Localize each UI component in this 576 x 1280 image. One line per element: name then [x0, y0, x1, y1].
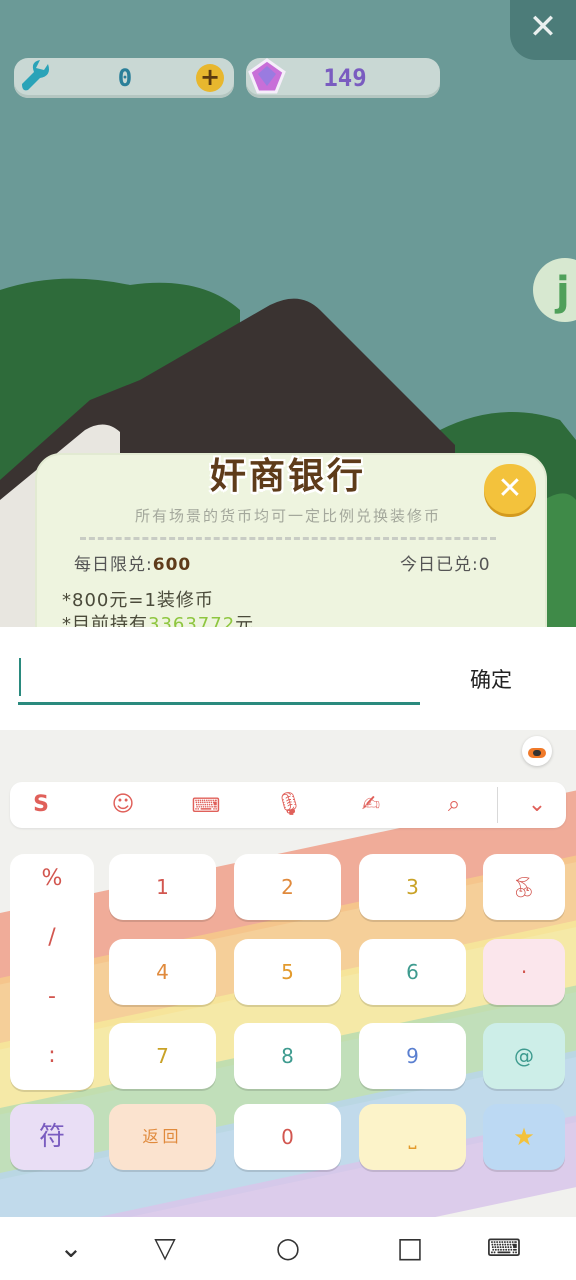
close-icon: ✕ — [497, 471, 523, 506]
svg-text:j: j — [554, 269, 570, 315]
dialog-subtitle: 所有场景的货币均可一定比例兑换装修币 — [134, 507, 441, 525]
home-circle-icon[interactable]: ○ — [268, 1230, 308, 1266]
key-1[interactable]: 1 — [109, 854, 216, 920]
symbol-key-slash[interactable]: / — [10, 925, 94, 950]
daily-limit-value: 600 — [152, 555, 192, 575]
recents-square-icon[interactable]: □ — [390, 1230, 430, 1266]
wrench-icon — [22, 60, 49, 91]
shooting-star-icon: ★ — [513, 1123, 535, 1151]
back-key[interactable]: 返回 — [109, 1104, 216, 1170]
close-icon: ✕ — [528, 7, 558, 47]
key-0[interactable]: 0 — [234, 1104, 341, 1170]
today-exchanged: 今日已兑:0 — [400, 550, 491, 575]
sogou-logo-icon[interactable]: S — [24, 789, 58, 821]
cherry-icon: 🍒︎ — [511, 875, 537, 899]
toolbar-divider — [497, 787, 498, 823]
dashed-divider — [80, 537, 496, 540]
key-2[interactable]: 2 — [234, 854, 341, 920]
search-icon[interactable]: ⌕ — [437, 789, 471, 821]
cherry-key[interactable]: 🍒︎ — [483, 854, 565, 920]
dot-key[interactable]: · — [483, 939, 565, 1005]
symbols-key[interactable]: 符 — [10, 1104, 94, 1170]
gem-value: 149 — [323, 64, 367, 92]
key-7[interactable]: 7 — [109, 1023, 216, 1089]
microphone-icon[interactable]: 🎙︎ — [272, 789, 306, 821]
hide-keyboard-chevron-icon[interactable]: ⌄ — [51, 1230, 91, 1266]
scene-close-button[interactable]: ✕ — [510, 0, 576, 60]
key-8[interactable]: 8 — [234, 1023, 341, 1089]
symbol-key-percent[interactable]: % — [10, 866, 94, 891]
holding-prefix: *目前持有 — [62, 614, 148, 627]
symbol-key-colon[interactable]: : — [10, 1043, 94, 1068]
key-4[interactable]: 4 — [109, 939, 216, 1005]
holding-suffix: 元 — [235, 614, 255, 627]
wrench-value: 0 — [117, 64, 133, 92]
emoji-icon[interactable]: ☺ — [106, 789, 140, 821]
collapse-chevron-down-icon[interactable]: ⌄ — [520, 789, 554, 821]
confirm-button[interactable]: 确定 — [470, 664, 512, 694]
today-value: 0 — [478, 555, 491, 575]
mascot-icon[interactable] — [522, 736, 552, 766]
key-6[interactable]: 6 — [359, 939, 466, 1005]
amount-input[interactable] — [18, 656, 420, 705]
handwriting-icon[interactable]: ✍︎ — [354, 789, 388, 821]
game-scene: j 0 + 149 ✕ 奸商银行 ✕ 所有场景的货币均可一定比例兑换装修币 每日… — [0, 0, 576, 627]
holding-value: 3363772 — [148, 614, 236, 627]
daily-limit-label: 每日限兑: — [74, 555, 153, 575]
daily-limit: 每日限兑:600 — [74, 550, 191, 575]
today-label: 今日已兑: — [400, 555, 479, 575]
exchange-rate: *800元=1装修币 — [62, 590, 214, 611]
key-5[interactable]: 5 — [234, 939, 341, 1005]
key-9[interactable]: 9 — [359, 1023, 466, 1089]
text-caret — [19, 658, 21, 696]
at-key[interactable]: @ — [483, 1023, 565, 1089]
space-key[interactable]: ⎵ — [359, 1104, 466, 1170]
holding-amount: *目前持有3363772元 — [62, 610, 254, 627]
symbol-key-minus[interactable]: - — [10, 984, 94, 1009]
gem-icon — [248, 58, 286, 94]
keyboard-switch-icon[interactable]: ⌨ — [484, 1230, 524, 1266]
key-3[interactable]: 3 — [359, 854, 466, 920]
keyboard-icon[interactable]: ⌨ — [189, 789, 223, 821]
add-currency-button[interactable]: + — [196, 64, 224, 92]
enter-key[interactable]: ★ — [483, 1104, 565, 1170]
back-triangle-icon[interactable]: ▽ — [145, 1230, 185, 1266]
